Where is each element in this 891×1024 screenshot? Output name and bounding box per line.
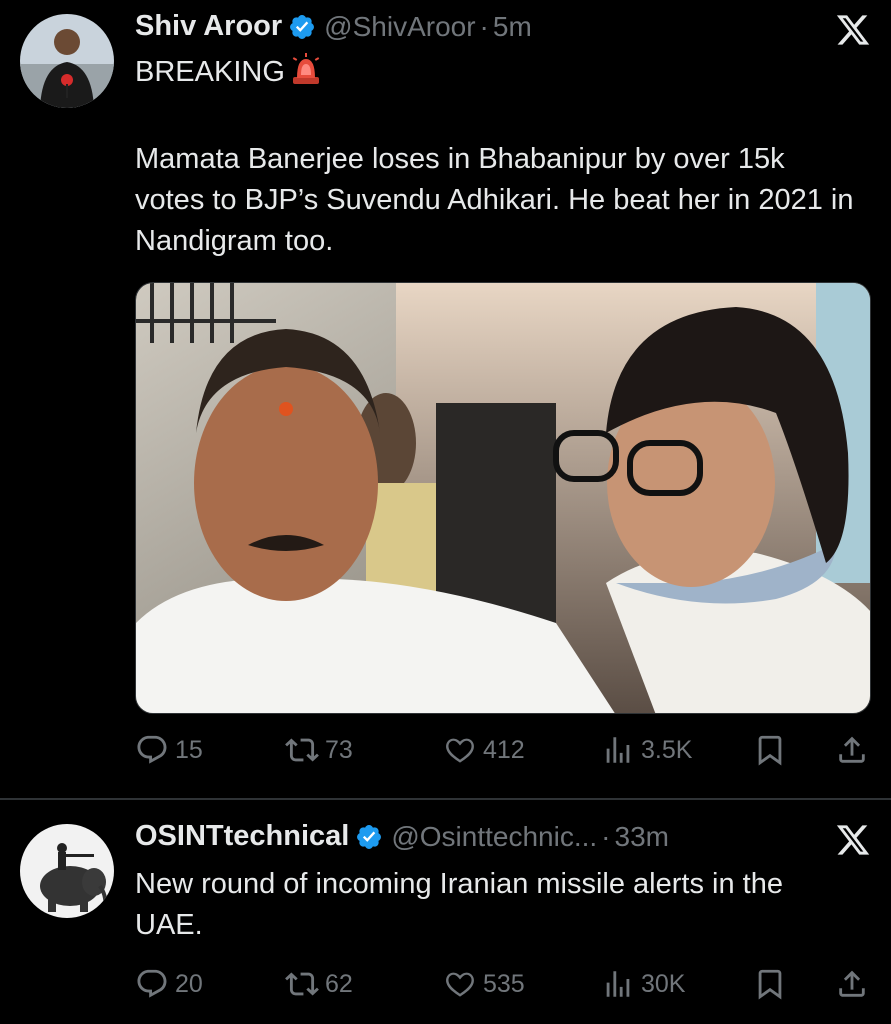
tweet-header: Shiv Aroor @ShivAroor · 5m	[135, 10, 532, 43]
tweet-actions: 15 73 412 3.5K	[135, 730, 871, 770]
bookmark-button[interactable]	[753, 964, 793, 1004]
reply-icon	[137, 735, 167, 764]
verified-badge-icon	[290, 14, 315, 39]
views-icon	[606, 737, 630, 763]
like-count: 535	[483, 969, 525, 998]
share-button[interactable]	[835, 730, 875, 770]
views-button[interactable]: 3.5K	[601, 730, 692, 770]
avatar-osinttechnical[interactable]	[20, 824, 114, 918]
tweet-media-photo[interactable]	[135, 282, 871, 714]
siren-emoji-icon	[292, 53, 320, 84]
author-name[interactable]: Shiv Aroor	[135, 10, 282, 43]
tweet-text-breaking: BREAKING	[135, 52, 855, 93]
repost-count: 62	[325, 969, 353, 998]
repost-icon	[285, 738, 319, 762]
bookmark-icon	[758, 735, 782, 766]
author-handle[interactable]: @Osinttechnic...	[391, 821, 597, 853]
share-icon	[839, 970, 865, 997]
reply-icon	[137, 969, 167, 998]
author-name[interactable]: OSINTtechnical	[135, 820, 349, 853]
like-button[interactable]: 535	[443, 964, 525, 1004]
reply-count: 20	[175, 969, 203, 998]
like-count: 412	[483, 735, 525, 764]
reply-button[interactable]: 20	[135, 964, 203, 1004]
views-button[interactable]: 30K	[601, 964, 685, 1004]
breaking-label: BREAKING	[135, 56, 285, 88]
views-icon	[606, 971, 630, 997]
repost-button[interactable]: 62	[285, 964, 353, 1004]
like-icon	[446, 972, 474, 997]
repost-button[interactable]: 73	[285, 730, 353, 770]
like-icon	[446, 738, 474, 763]
timestamp[interactable]: 5m	[493, 11, 532, 43]
repost-count: 73	[325, 735, 353, 764]
reply-button[interactable]: 15	[135, 730, 203, 770]
timestamp[interactable]: 33m	[615, 821, 669, 853]
share-icon	[839, 736, 865, 763]
x-logo-icon	[836, 15, 870, 45]
separator-dot: ·	[601, 820, 611, 852]
tweet-actions: 20 62 535 30K	[135, 964, 871, 1004]
separator-dot: ·	[479, 10, 489, 42]
avatar-shiv-aroor[interactable]	[20, 14, 114, 108]
photo-illustration	[136, 283, 870, 713]
bookmark-icon	[758, 969, 782, 1000]
like-button[interactable]: 412	[443, 730, 525, 770]
bookmark-button[interactable]	[753, 730, 793, 770]
reply-count: 15	[175, 735, 203, 764]
x-logo-icon	[836, 825, 870, 855]
tweet-text-body: Mamata Banerjee loses in Bhabanipur by o…	[135, 143, 854, 258]
verified-badge-icon	[357, 824, 382, 849]
tweet-header: OSINTtechnical @Osinttechnic... · 33m	[135, 820, 669, 853]
views-count: 30K	[641, 969, 686, 998]
views-count: 3.5K	[641, 735, 693, 764]
tweet-text-body: New round of incoming Iranian missile al…	[135, 868, 783, 942]
share-button[interactable]	[835, 964, 875, 1004]
repost-icon	[285, 972, 319, 996]
author-handle[interactable]: @ShivAroor	[324, 11, 475, 43]
